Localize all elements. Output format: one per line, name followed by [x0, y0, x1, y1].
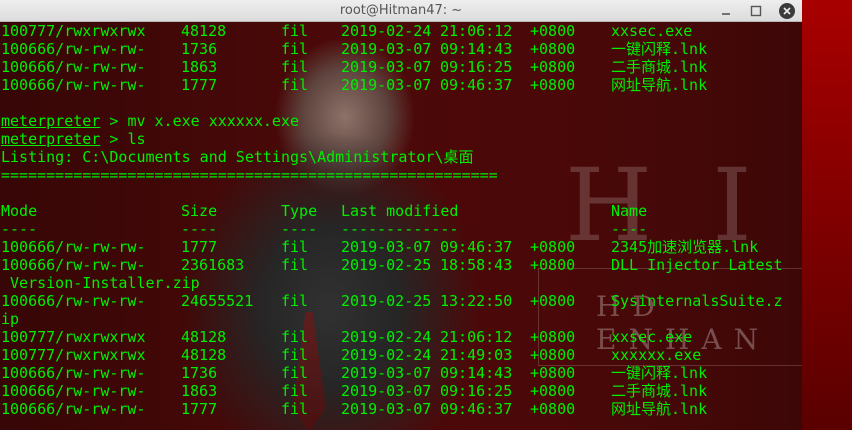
table-header: Mode Size Type Last modified Name: [1, 202, 648, 220]
command-line: meterpreter > mv x.exe xxxxxx.exe: [1, 112, 300, 130]
table-row: 100777/rwxrwxrwx 48128 fil 2019-02-24 21:06:…: [1, 328, 693, 346]
terminal-window[interactable]: HIT HD ENHAN 100777/rwxrwxrwx48128fil201…: [0, 22, 802, 430]
minimize-icon: [722, 13, 730, 15]
prompt-label: meterpreter: [1, 130, 101, 148]
window-titlebar[interactable]: root@Hitman47: ~: [0, 0, 802, 22]
close-button[interactable]: [779, 3, 795, 19]
table-row: 100666/rw-rw-rw- 1736 fil 2019-03-07 09:14:4…: [1, 364, 708, 382]
table-row-wrap: ip: [1, 310, 20, 328]
table-row: 100666/rw-rw-rw- 1863 fil 2019-03-07 09:16:2…: [1, 382, 708, 400]
terminal-output: 100777/rwxrwxrwx 48128 fil 2019-02-24 21:06:…: [1, 22, 783, 418]
command-text: ls: [127, 130, 146, 148]
table-row-wrap: Version-Installer.zip: [1, 274, 200, 292]
close-icon: [779, 3, 795, 19]
table-row: 100777/rwxrwxrwx 48128 fil 2019-02-24 21:06:…: [1, 22, 693, 40]
table-row: 100666/rw-rw-rw- 1777 fil 2019-03-07 09:46:3…: [1, 400, 708, 418]
table-row: 100777/rwxrwxrwx 48128 fil 2019-02-24 21:49:…: [1, 346, 702, 364]
table-row: 100666/rw-rw-rw- 2361683 fil 2019-02-25 18:5…: [1, 256, 783, 274]
table-row: 100666/rw-rw-rw- 1736 fil 2019-03-07 09:14:4…: [1, 40, 708, 58]
table-row: 100666/rw-rw-rw- 1863 fil 2019-03-07 09:16:2…: [1, 58, 708, 76]
command-text: mv x.exe xxxxxx.exe: [127, 112, 300, 130]
table-row: 100666/rw-rw-rw- 24655521 fil 2019-02-25 13:…: [1, 292, 783, 310]
listing-separator: ========================================…: [1, 166, 498, 184]
prompt-label: meterpreter: [1, 112, 101, 130]
minimize-button[interactable]: [718, 3, 734, 19]
table-header-rule: ---- ---- ---- ------------- ----: [1, 220, 648, 238]
maximize-button[interactable]: [748, 3, 764, 19]
listing-path: Listing: C:\Documents and Settings\Admin…: [1, 148, 474, 166]
command-line: meterpreter > ls: [1, 130, 146, 148]
desktop-wallpaper: [802, 0, 852, 430]
table-row: 100666/rw-rw-rw- 1777 fil 2019-03-07 09:46:3…: [1, 76, 708, 94]
maximize-icon: [750, 5, 762, 17]
window-title: root@Hitman47: ~: [339, 3, 463, 18]
table-row: 100666/rw-rw-rw- 1777 fil 2019-03-07 09:46:3…: [1, 238, 759, 256]
